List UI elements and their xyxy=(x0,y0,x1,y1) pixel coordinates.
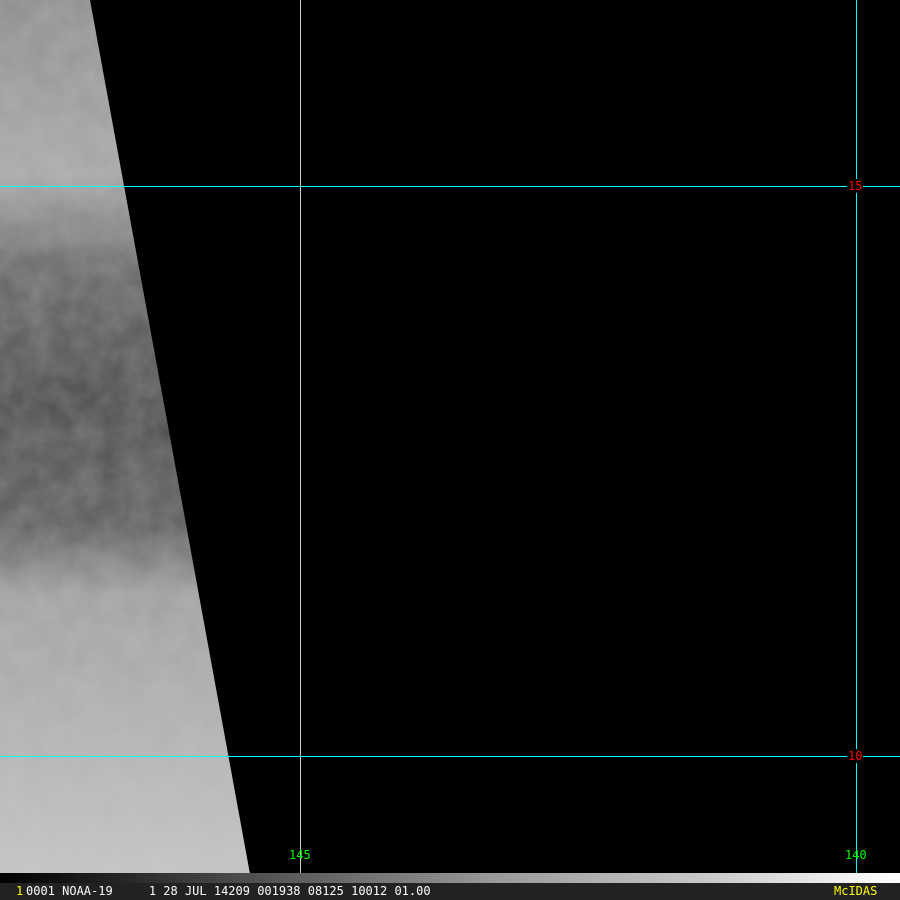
longitude-label: 145 xyxy=(289,848,311,862)
latitude-gridline-10 xyxy=(0,756,900,757)
latitude-label: 15 xyxy=(847,179,864,193)
status-bar: 1 0001 NOAA-19 1 28 JUL 14209 001938 081… xyxy=(0,883,900,900)
longitude-label: 140 xyxy=(845,848,867,862)
latitude-gridline-15 xyxy=(0,186,900,187)
grayscale-color-bar xyxy=(0,873,900,883)
latitude-label: 10 xyxy=(847,749,864,763)
image-info-text: 0001 NOAA-19 1 28 JUL 14209 001938 08125… xyxy=(26,884,431,898)
satellite-swath-image xyxy=(0,0,250,874)
longitude-gridline-145 xyxy=(300,0,301,884)
frame-number: 1 xyxy=(16,884,24,898)
mcidas-brand-label: McIDAS xyxy=(834,884,878,898)
satellite-image-viewer: 15 10 145 140 1 0001 NOAA-19 1 28 JUL 14… xyxy=(0,0,900,900)
